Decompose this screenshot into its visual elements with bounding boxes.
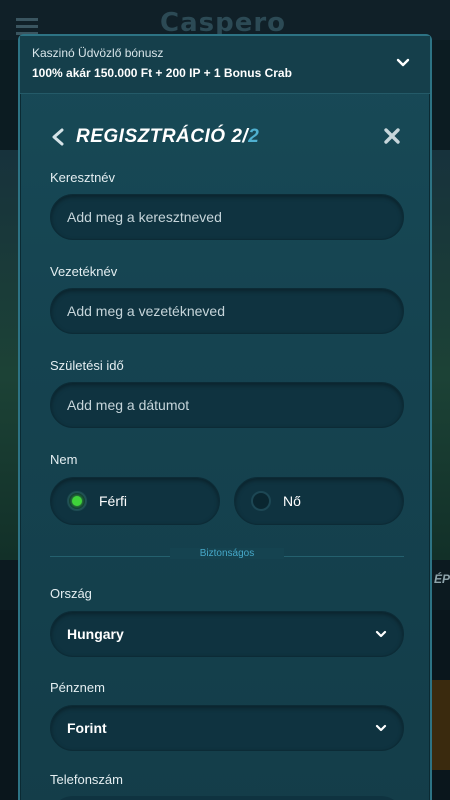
title-step: REGISZTRÁCIÓ 2/: [76, 126, 249, 147]
last-name-label: Vezetéknév: [50, 264, 118, 279]
first-name-label: Keresztnév: [50, 170, 116, 185]
gender-option-label: Férfi: [99, 493, 127, 509]
gender-option-female[interactable]: Nő: [234, 477, 404, 525]
first-name-field[interactable]: [50, 194, 404, 240]
registration-header: REGISZTRÁCIÓ 2/2: [50, 124, 404, 154]
birth-date-input[interactable]: [67, 397, 387, 413]
bonus-selector[interactable]: Kaszinó Üdvözlő bónusz 100% akár 150.000…: [20, 36, 430, 94]
country-label: Ország: [50, 586, 92, 601]
phone-label: Telefonszám: [50, 772, 123, 787]
currency-label: Pénznem: [50, 680, 105, 695]
secure-label: Biztonságos: [170, 548, 284, 559]
page-title: REGISZTRÁCIÓ 2/2: [76, 126, 259, 148]
currency-select[interactable]: Forint: [50, 705, 404, 751]
bonus-title: Kaszinó Üdvözlő bónusz: [32, 46, 164, 60]
chevron-down-icon: [375, 724, 387, 732]
gender-label: Nem: [50, 452, 78, 467]
radio-unselected-icon[interactable]: [251, 491, 271, 511]
country-value: Hungary: [67, 626, 124, 642]
first-name-input[interactable]: [67, 209, 387, 225]
birth-date-field[interactable]: [50, 382, 404, 428]
chevron-down-icon[interactable]: [396, 56, 410, 70]
gender-option-label: Nő: [283, 493, 301, 509]
birth-date-label: Születési idő: [50, 358, 124, 373]
back-chevron-icon[interactable]: [50, 128, 66, 146]
last-name-field[interactable]: [50, 288, 404, 334]
close-icon[interactable]: [382, 126, 402, 146]
registration-modal: Kaszinó Üdvözlő bónusz 100% akár 150.000…: [18, 34, 432, 800]
phone-field[interactable]: [50, 796, 404, 800]
country-select[interactable]: Hungary: [50, 611, 404, 657]
last-name-input[interactable]: [67, 303, 387, 319]
background-side-text: ÉP: [433, 572, 450, 586]
currency-value: Forint: [67, 720, 107, 736]
chevron-down-icon: [375, 630, 387, 638]
gender-option-male[interactable]: Férfi: [50, 477, 220, 525]
bonus-text: 100% akár 150.000 Ft + 200 IP + 1 Bonus …: [32, 66, 292, 80]
title-step-total: 2: [248, 126, 260, 147]
radio-selected-icon[interactable]: [67, 491, 87, 511]
